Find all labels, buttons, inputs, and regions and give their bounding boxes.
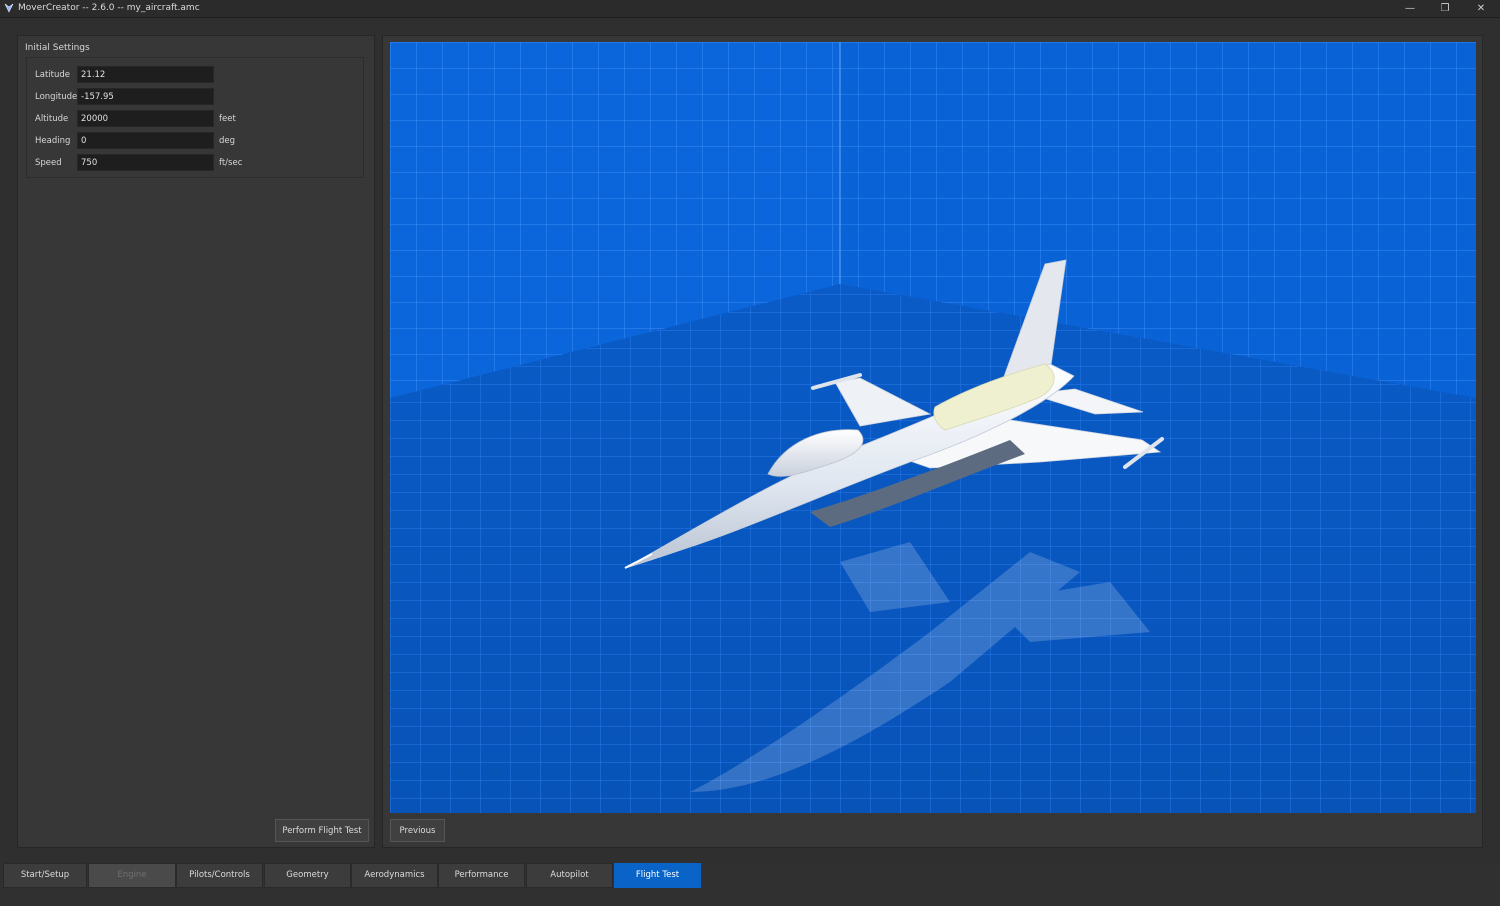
restore-button[interactable]: ❐ xyxy=(1427,0,1463,17)
heading-input[interactable] xyxy=(77,132,214,149)
minimize-button[interactable]: — xyxy=(1392,0,1428,17)
close-button[interactable]: ✕ xyxy=(1463,0,1499,17)
tab-start-setup[interactable]: Start/Setup xyxy=(3,863,87,888)
altitude-unit: feet xyxy=(219,114,236,124)
tab-engine[interactable]: Engine xyxy=(88,863,176,888)
window-title: MoverCreator -- 2.6.0 -- my_aircraft.amc xyxy=(18,3,200,13)
heading-label: Heading xyxy=(35,136,71,146)
tab-aerodynamics[interactable]: Aerodynamics xyxy=(351,863,438,888)
settings-panel: Initial Settings Latitude Longitude Alti… xyxy=(17,35,375,848)
altitude-row: Altitude feet xyxy=(27,110,365,127)
tab-performance[interactable]: Performance xyxy=(438,863,525,888)
speed-row: Speed ft/sec xyxy=(27,154,365,171)
tab-autopilot[interactable]: Autopilot xyxy=(526,863,613,888)
latitude-row: Latitude xyxy=(27,66,365,83)
tab-pilots-controls[interactable]: Pilots/Controls xyxy=(176,863,263,888)
longitude-label: Longitude xyxy=(35,92,78,102)
speed-input[interactable] xyxy=(77,154,214,171)
latitude-input[interactable] xyxy=(77,66,214,83)
viewer-panel: Previous xyxy=(382,35,1483,848)
heading-row: Heading deg xyxy=(27,132,365,149)
perform-flight-test-button[interactable]: Perform Flight Test xyxy=(275,819,369,842)
latitude-label: Latitude xyxy=(35,70,70,80)
viewport-scene xyxy=(390,42,1476,813)
altitude-input[interactable] xyxy=(77,110,214,127)
initial-settings-group: Latitude Longitude Altitude feet Heading… xyxy=(26,57,364,178)
longitude-row: Longitude xyxy=(27,88,365,105)
app-logo-icon xyxy=(4,3,14,13)
tab-flight-test[interactable]: Flight Test xyxy=(614,863,701,888)
speed-label: Speed xyxy=(35,158,62,168)
tab-geometry[interactable]: Geometry xyxy=(264,863,351,888)
title-bar: MoverCreator -- 2.6.0 -- my_aircraft.amc… xyxy=(0,0,1500,18)
altitude-label: Altitude xyxy=(35,114,69,124)
longitude-input[interactable] xyxy=(77,88,214,105)
heading-unit: deg xyxy=(219,136,236,146)
previous-button[interactable]: Previous xyxy=(390,819,445,842)
tab-bar: Start/Setup Engine Pilots/Controls Geome… xyxy=(0,863,1500,906)
initial-settings-title: Initial Settings xyxy=(25,43,90,53)
aircraft-3d-viewport[interactable] xyxy=(390,42,1476,813)
speed-unit: ft/sec xyxy=(219,158,243,168)
